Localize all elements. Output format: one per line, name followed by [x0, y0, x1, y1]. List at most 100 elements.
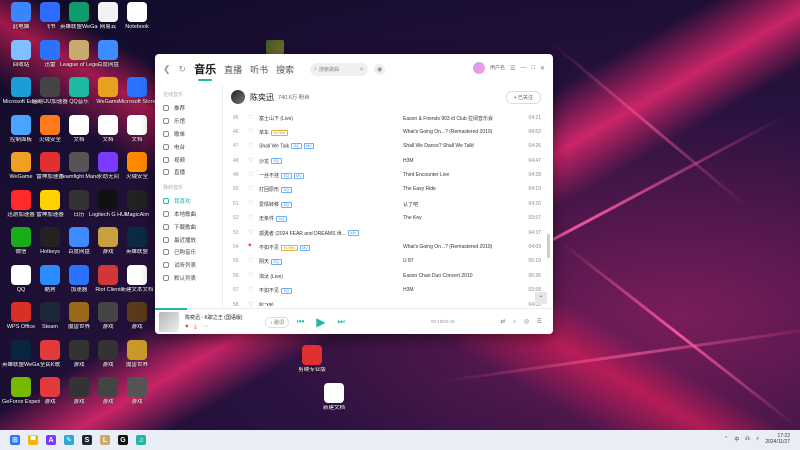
heart-icon[interactable]: ♡ [248, 185, 253, 192]
song-album[interactable]: Third Encounter Live [403, 172, 449, 178]
desktop-icon[interactable]: Notebook [118, 2, 156, 31]
sidebar-item[interactable]: 乐馆 [163, 115, 214, 128]
heart-icon[interactable]: ♡ [248, 142, 253, 149]
back-to-top-icon[interactable]: ⌃ [535, 292, 547, 304]
song-album[interactable]: What's Going On...? (Remastered 2019) [403, 129, 492, 135]
song-album[interactable]: H3M [403, 287, 414, 293]
song-album[interactable]: What's Going On...? (Remastered 2019) [403, 244, 492, 250]
avatar[interactable] [472, 62, 485, 74]
clock[interactable]: 17:22 2024/11/27 [765, 433, 790, 445]
lol-icon[interactable]: L [100, 435, 110, 445]
volume-icon[interactable]: ☊ [745, 436, 749, 442]
desktop-icon[interactable]: 游戏 [118, 377, 156, 406]
song-row[interactable]: 51 ♡ 爱情转移 SQ 认了吧 04:20 [223, 196, 543, 210]
song-row[interactable]: 56 ♡ 淘汰 (Live) Eason Chan Duo Concert 2010 0… [223, 268, 543, 282]
refresh-icon[interactable]: ↻ [179, 64, 187, 75]
input-method-icon[interactable]: 中 [734, 436, 739, 443]
song-row[interactable]: 57 ♡ 不如不见 SQ H3M 03:58 [223, 283, 543, 297]
app-icon[interactable]: ✎ [64, 435, 74, 445]
sidebar-item[interactable]: 我喜欢 [163, 195, 214, 208]
sidebar-item[interactable]: 直播 [163, 166, 214, 179]
file-explorer-icon[interactable]: ▀ [28, 435, 38, 445]
heart-icon[interactable]: ♡ [248, 114, 253, 121]
song-album[interactable]: Eason & Friends 903 id Club 拉阔音乐会 [403, 115, 493, 122]
scrollbar[interactable] [547, 234, 550, 258]
heart-icon[interactable]: ♡ [248, 171, 253, 178]
song-row[interactable]: 53 ♡ 孤勇者 (2024 FEAR and DREAMS 世... MV 04:37 [223, 225, 543, 239]
sidebar-item[interactable]: 本地歌曲 [163, 208, 214, 221]
song-row[interactable]: 58 ♡ 陀飞轮 04:03 [223, 297, 543, 306]
next-track-icon[interactable]: ⏭ [337, 317, 344, 327]
desktop-icon[interactable]: 百度网盘 [89, 39, 127, 69]
desktop-icon[interactable]: 游戏 [118, 302, 156, 331]
heart-icon[interactable]: ♡ [248, 229, 253, 236]
back-arrow-icon[interactable]: ❮ [163, 64, 171, 75]
heart-icon[interactable]: ♡ [248, 157, 253, 164]
tab-live[interactable]: 直播 [224, 63, 242, 76]
song-title-cell[interactable]: 打回原形 SQ [259, 186, 292, 193]
desktop-icon[interactable]: 新建文本文档 [118, 264, 156, 294]
minimize-icon[interactable]: — [520, 65, 526, 71]
heart-icon[interactable]: ♥ [248, 243, 252, 249]
song-title-cell[interactable]: 孤勇者 (2024 FEAR and DREAMS 世... MV [259, 230, 359, 237]
user-name[interactable]: 用户名 [490, 65, 505, 71]
desktop-icon[interactable]: MagicAim [118, 189, 156, 219]
song-title-cell[interactable]: 不如不见 Hi-Res MV [259, 244, 311, 251]
heart-icon[interactable]: ♡ [248, 200, 253, 207]
heart-icon[interactable]: ♡ [248, 301, 253, 306]
play-icon[interactable]: ▶ [316, 315, 325, 329]
desktop-icon[interactable]: Microsoft Store [118, 77, 156, 106]
voice-search-icon[interactable]: ◉ [374, 63, 386, 75]
now-playing-title[interactable]: 陈奕迅 - K歌之王 (国语版) [185, 314, 243, 321]
album-cover[interactable] [159, 312, 179, 332]
start-icon[interactable]: ⊞ [10, 435, 20, 445]
previous-track-icon[interactable]: ⏮ [297, 317, 304, 327]
desktop-icon[interactable]: 魔兽世界 [118, 339, 156, 369]
tab-music[interactable]: 音乐 [194, 61, 216, 81]
song-row[interactable]: 52 ♡ 无条件 SQ The Key 03:57 [223, 211, 543, 225]
desktop-icon[interactable]: 剪映专业版 [293, 345, 331, 374]
artist-name[interactable]: 陈奕迅 [250, 92, 274, 103]
song-title-cell[interactable]: 沙龙 SQ [259, 158, 282, 165]
sidebar-item[interactable]: 歌单 [163, 128, 214, 141]
song-title-cell[interactable]: 爱情转移 SQ [259, 201, 292, 208]
sidebar-item[interactable]: 最近播放 [163, 233, 214, 246]
app-icon[interactable]: A [46, 435, 56, 445]
player-action-icons[interactable]: ♥ ⤓ ⋯ [185, 323, 211, 331]
maximize-icon[interactable]: □ [531, 65, 535, 71]
song-title-cell[interactable]: 阴天 SQ [259, 258, 282, 265]
sidebar-item[interactable]: 试听列表 [163, 259, 214, 272]
song-row[interactable]: 54 ♥ 不如不见 Hi-Res MV What's Going On...? (Rema… [223, 240, 543, 254]
sidebar-item[interactable]: 推荐 [163, 102, 214, 115]
song-title-cell[interactable]: Shall We Talk SQ MV [259, 143, 315, 150]
desktop-icon[interactable]: 新建文档 [315, 383, 353, 412]
song-album[interactable]: The Key [403, 215, 422, 221]
floating-app-icon[interactable] [266, 40, 284, 54]
tab-audiobook[interactable]: 听书 [250, 63, 268, 76]
song-row[interactable]: 48 ♡ 沙龙 SQ H3M 04:47 [223, 153, 543, 167]
clear-search-icon[interactable]: ✕ [359, 66, 364, 73]
heart-icon[interactable]: ♡ [248, 128, 253, 135]
desktop-icon[interactable]: 文档 [118, 114, 156, 144]
song-row[interactable]: 47 ♡ Shall We Talk SQ MV Shall We Dance? Shal… [223, 139, 543, 153]
song-title-cell[interactable]: 一丝不挂 SQ MV [259, 172, 305, 179]
desktop-icon[interactable]: 英雄联盟 [118, 227, 156, 256]
song-title-cell[interactable]: 富士山下 (Live) [259, 115, 293, 122]
lyrics-button[interactable]: ♪ 歌词 [265, 317, 289, 328]
qq-music-icon[interactable]: ♫ [136, 435, 146, 445]
playback-progress[interactable] [155, 308, 187, 310]
song-row[interactable]: 49 ♡ 一丝不挂 SQ MV Third Encounter Live 04:28 [223, 168, 543, 182]
heart-icon[interactable]: ♡ [248, 272, 253, 279]
song-title-cell[interactable]: 单车 Hi-Res [259, 129, 288, 136]
heart-icon[interactable]: ♡ [248, 286, 253, 293]
song-album[interactable]: The Easy Ride [403, 186, 436, 192]
player-right-icons[interactable]: ⇄ ♪ ◎ ☰ [500, 318, 545, 325]
song-row[interactable]: 45 ♡ 富士山下 (Live) Eason & Friends 903 id Clu… [223, 110, 543, 124]
battery-icon[interactable]: ⚡ [756, 436, 760, 442]
heart-icon[interactable]: ♡ [248, 214, 253, 221]
artist-avatar[interactable] [231, 90, 245, 104]
song-album[interactable]: U 87 [403, 258, 414, 264]
song-title-cell[interactable]: 不如不见 SQ [259, 287, 292, 294]
heart-icon[interactable]: ♡ [248, 257, 253, 264]
song-album[interactable]: 认了吧 [403, 201, 418, 208]
